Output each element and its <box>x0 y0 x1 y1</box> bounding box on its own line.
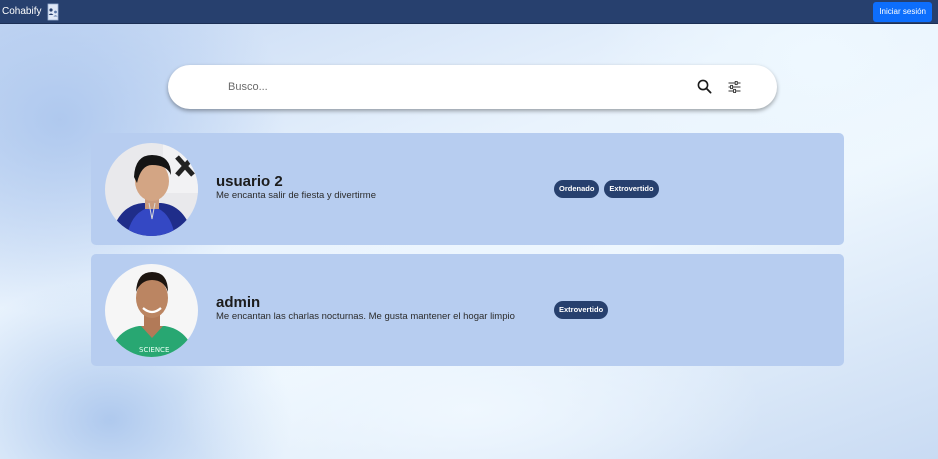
avatar-image: SCIENCE <box>105 264 198 357</box>
tag: Extrovertido <box>554 301 609 319</box>
username[interactable]: usuario 2 <box>216 173 283 190</box>
tag: Ordenado <box>554 180 600 198</box>
tag-list: Extrovertido <box>554 301 609 319</box>
navbar: Cohabify Iniciar sesión <box>0 0 938 24</box>
sliders-icon[interactable] <box>728 81 741 93</box>
tag: Extrovertido <box>604 180 659 198</box>
search-bar <box>168 65 777 109</box>
user-bio: Me encantan las charlas nocturnas. Me gu… <box>216 311 515 322</box>
user-card[interactable]: usuario 2 Me encanta salir de fiesta y d… <box>91 133 844 245</box>
avatar-image <box>105 143 198 236</box>
house-people-icon <box>48 3 59 20</box>
avatar[interactable] <box>105 143 198 236</box>
brand-name[interactable]: Cohabify <box>2 6 41 17</box>
username[interactable]: admin <box>216 294 260 311</box>
avatar[interactable]: SCIENCE <box>105 264 198 357</box>
brand[interactable]: Cohabify <box>2 3 61 21</box>
search-icon[interactable] <box>697 79 712 94</box>
tag-list: Ordenado Extrovertido <box>554 180 659 198</box>
search-input[interactable] <box>228 77 648 97</box>
user-card[interactable]: SCIENCE admin Me encantan las charlas no… <box>91 254 844 366</box>
svg-text:SCIENCE: SCIENCE <box>139 346 169 354</box>
login-button[interactable]: Iniciar sesión <box>873 1 932 22</box>
user-bio: Me encanta salir de fiesta y divertirme <box>216 190 376 201</box>
